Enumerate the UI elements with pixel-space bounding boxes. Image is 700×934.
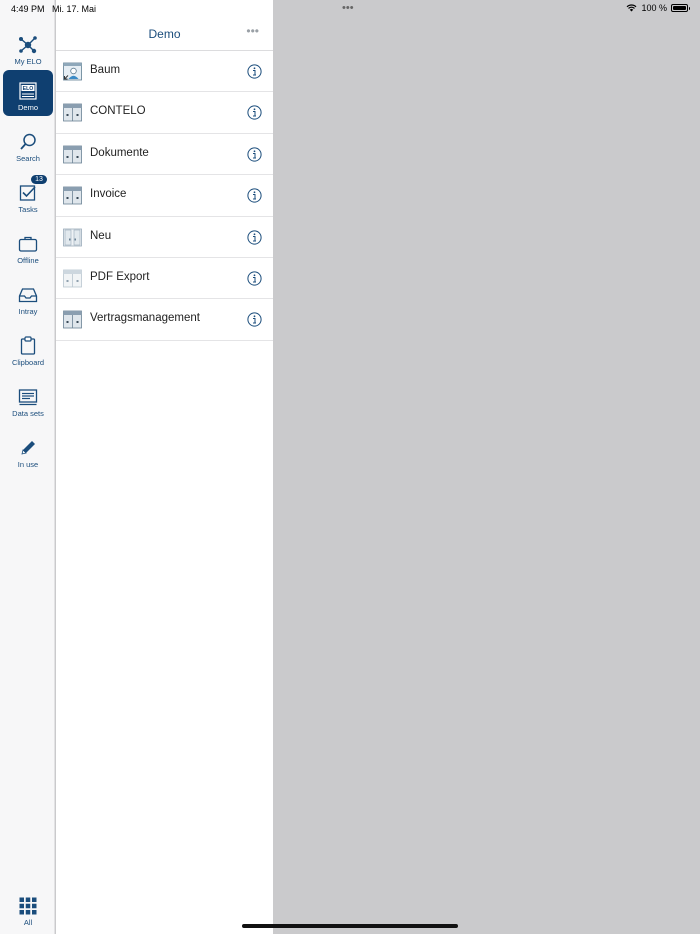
list-item-label: CONTELO: [90, 105, 146, 118]
cabinet-icon: [63, 103, 82, 122]
rail-item-label: Data sets: [12, 409, 44, 418]
rail-item-label: Demo: [17, 103, 38, 112]
status-bar: 4:49 PM Mi. 17. Mai ••• 100 %: [0, 0, 700, 18]
panel-title: Demo: [148, 27, 181, 41]
tasks-badge: 13: [31, 175, 47, 184]
status-time: 4:49 PM: [11, 4, 45, 14]
list-item[interactable]: PDF Export: [56, 258, 273, 300]
list-item[interactable]: CONTELO: [56, 92, 273, 134]
list-item-label: Invoice: [90, 188, 127, 201]
search-icon: [20, 133, 36, 150]
elo-archive-icon: ELO: [19, 82, 37, 100]
folder-user-icon: [63, 62, 82, 81]
grid-icon: [19, 897, 37, 915]
rail-item-label: Offline: [17, 256, 39, 265]
clipboard-icon: [20, 336, 36, 355]
cabinet-light-icon: [63, 269, 82, 288]
info-icon[interactable]: [247, 188, 262, 203]
rail-item-offline[interactable]: Offline: [3, 223, 53, 269]
svg-text:ELO: ELO: [23, 86, 34, 92]
battery-percent: 100 %: [641, 3, 667, 13]
status-right: 100 %: [626, 3, 690, 13]
rail-item-tasks[interactable]: 13 Tasks: [3, 172, 53, 218]
list-item[interactable]: Invoice: [56, 175, 273, 217]
list-item[interactable]: Baum: [56, 51, 273, 93]
home-indicator[interactable]: [242, 924, 458, 928]
list-item[interactable]: Vertragsmanagement: [56, 299, 273, 341]
rail-item-label: Tasks: [18, 205, 38, 214]
rail-item-clipboard[interactable]: Clipboard: [3, 325, 53, 371]
panel-header: Demo •••: [56, 18, 273, 51]
rail-item-in-use[interactable]: In use: [3, 427, 53, 473]
info-icon[interactable]: [247, 105, 262, 120]
detail-area: [274, 0, 700, 934]
list-item[interactable]: Dokumente: [56, 134, 273, 176]
list-item-label: Vertragsmanagement: [90, 312, 200, 325]
status-date: Mi. 17. Mai: [52, 4, 97, 14]
rail-item-demo[interactable]: ELO Demo: [3, 70, 53, 116]
rail-item-all[interactable]: All: [3, 885, 53, 931]
more-options-icon[interactable]: •••: [246, 24, 259, 38]
info-icon[interactable]: [247, 229, 262, 245]
rail-item-label: Intray: [18, 307, 38, 316]
cabinet-icon: [63, 145, 82, 164]
rail-item-intray[interactable]: Intray: [3, 274, 53, 320]
cabinet-icon: [63, 186, 82, 205]
nav-rail: My ELO ELO Demo Search 13 Tasks Offline …: [0, 0, 55, 934]
archive-list-panel: Demo ••• Baum CONTELO Dokumente Invoice …: [56, 0, 273, 934]
inbox-icon: [18, 288, 38, 303]
rail-item-label: My ELO: [14, 57, 42, 66]
cabinet-icon: [63, 310, 82, 329]
info-icon[interactable]: [247, 271, 262, 286]
rail-item-data-sets[interactable]: Data sets: [3, 376, 53, 422]
rail-item-label: In use: [17, 460, 39, 469]
tasks-icon: [19, 185, 36, 201]
pencil-icon: [21, 441, 35, 455]
info-icon[interactable]: [247, 147, 262, 162]
rail-item-label: Clipboard: [11, 358, 45, 367]
list-item-label: Baum: [90, 64, 121, 76]
briefcase-icon: [18, 236, 38, 252]
list-item-label: Neu: [90, 229, 112, 242]
battery-icon: [671, 4, 690, 12]
cabinet-open-icon: [63, 228, 82, 246]
multitasking-dots-icon[interactable]: •••: [342, 2, 354, 14]
network-icon: [19, 36, 37, 54]
info-icon[interactable]: [247, 312, 262, 327]
list-item[interactable]: Neu: [56, 217, 273, 258]
rail-item-my-elo[interactable]: My ELO: [3, 24, 53, 70]
list-item-label: PDF Export: [90, 270, 150, 283]
rail-item-search[interactable]: Search: [3, 121, 53, 167]
datasets-icon: [18, 389, 38, 406]
rail-item-label: Search: [16, 154, 40, 163]
list-item-label: Dokumente: [90, 146, 149, 159]
info-icon[interactable]: [247, 64, 262, 79]
archive-list: Baum CONTELO Dokumente Invoice Neu PDF E…: [56, 51, 273, 341]
wifi-icon: [627, 4, 637, 12]
rail-item-label: All: [23, 918, 33, 927]
